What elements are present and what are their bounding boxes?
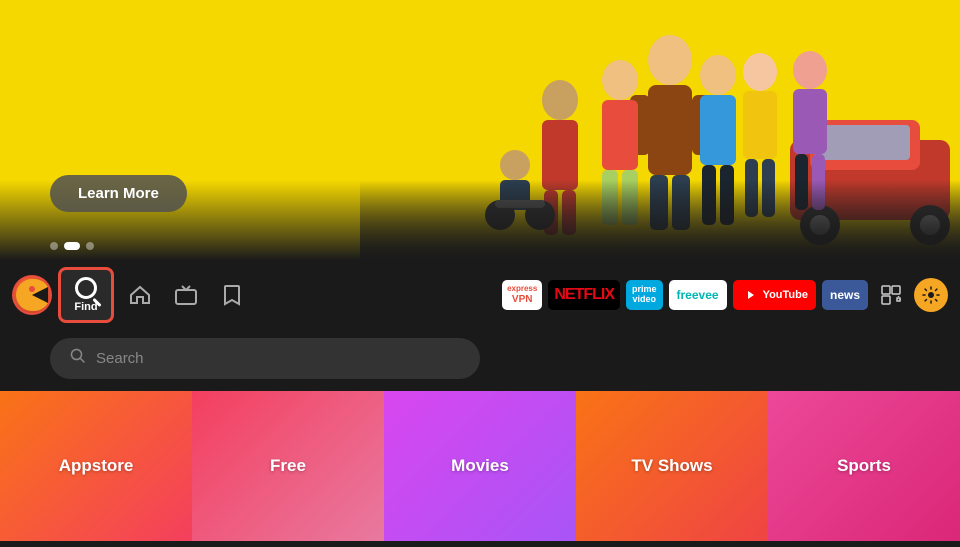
- netflix-label: NETFLIX: [554, 286, 614, 304]
- appstore-category[interactable]: Appstore: [0, 391, 192, 541]
- find-button[interactable]: Find: [58, 267, 114, 323]
- avatar[interactable]: [12, 275, 52, 315]
- home-icon[interactable]: [120, 275, 160, 315]
- search-icon: [75, 277, 97, 299]
- news-label: news: [830, 288, 860, 302]
- search-placeholder: Search: [96, 350, 144, 367]
- channel-list: express VPN NETFLIX primevideo freevee Y…: [252, 278, 948, 312]
- prime-label: primevideo: [632, 285, 657, 305]
- search-section: Search: [0, 330, 960, 387]
- movies-label: Movies: [451, 456, 509, 476]
- search-bar-icon: [70, 348, 86, 369]
- tvshows-category[interactable]: TV Shows: [576, 391, 768, 541]
- sports-category[interactable]: Sports: [768, 391, 960, 541]
- sports-label: Sports: [837, 456, 891, 476]
- tvshows-label: TV Shows: [631, 456, 712, 476]
- dot-2[interactable]: [64, 242, 80, 250]
- freevee-channel[interactable]: freevee: [669, 280, 727, 310]
- avatar-image: [14, 277, 50, 313]
- news-channel[interactable]: news: [822, 280, 868, 310]
- dot-1[interactable]: [50, 242, 58, 250]
- prime-channel[interactable]: primevideo: [626, 280, 663, 310]
- appstore-label: Appstore: [59, 456, 134, 476]
- expressvpn-logo: express VPN: [507, 285, 537, 305]
- slide-indicators: [50, 242, 94, 250]
- find-label: Find: [74, 301, 97, 313]
- tv-icon[interactable]: [166, 275, 206, 315]
- free-category[interactable]: Free: [192, 391, 384, 541]
- youtube-label: YouTube: [763, 289, 808, 301]
- nav-left-icons: Find: [12, 267, 252, 323]
- free-label: Free: [270, 456, 306, 476]
- bookmark-icon[interactable]: [212, 275, 252, 315]
- dot-3[interactable]: [86, 242, 94, 250]
- netflix-channel[interactable]: NETFLIX: [548, 280, 620, 310]
- expressvpn-channel[interactable]: express VPN: [502, 280, 542, 310]
- settings-button[interactable]: [914, 278, 948, 312]
- learn-more-button[interactable]: Learn More: [50, 175, 187, 212]
- category-grid: Appstore Free Movies TV Shows Sports: [0, 391, 960, 541]
- movies-category[interactable]: Movies: [384, 391, 576, 541]
- search-bar[interactable]: Search: [50, 338, 480, 379]
- freevee-label: freevee: [677, 288, 719, 302]
- hero-banner: Learn More: [0, 0, 960, 260]
- nav-bar: Find express VPN: [0, 260, 960, 330]
- youtube-channel[interactable]: YouTube: [733, 280, 816, 310]
- apps-grid-icon[interactable]: [874, 278, 908, 312]
